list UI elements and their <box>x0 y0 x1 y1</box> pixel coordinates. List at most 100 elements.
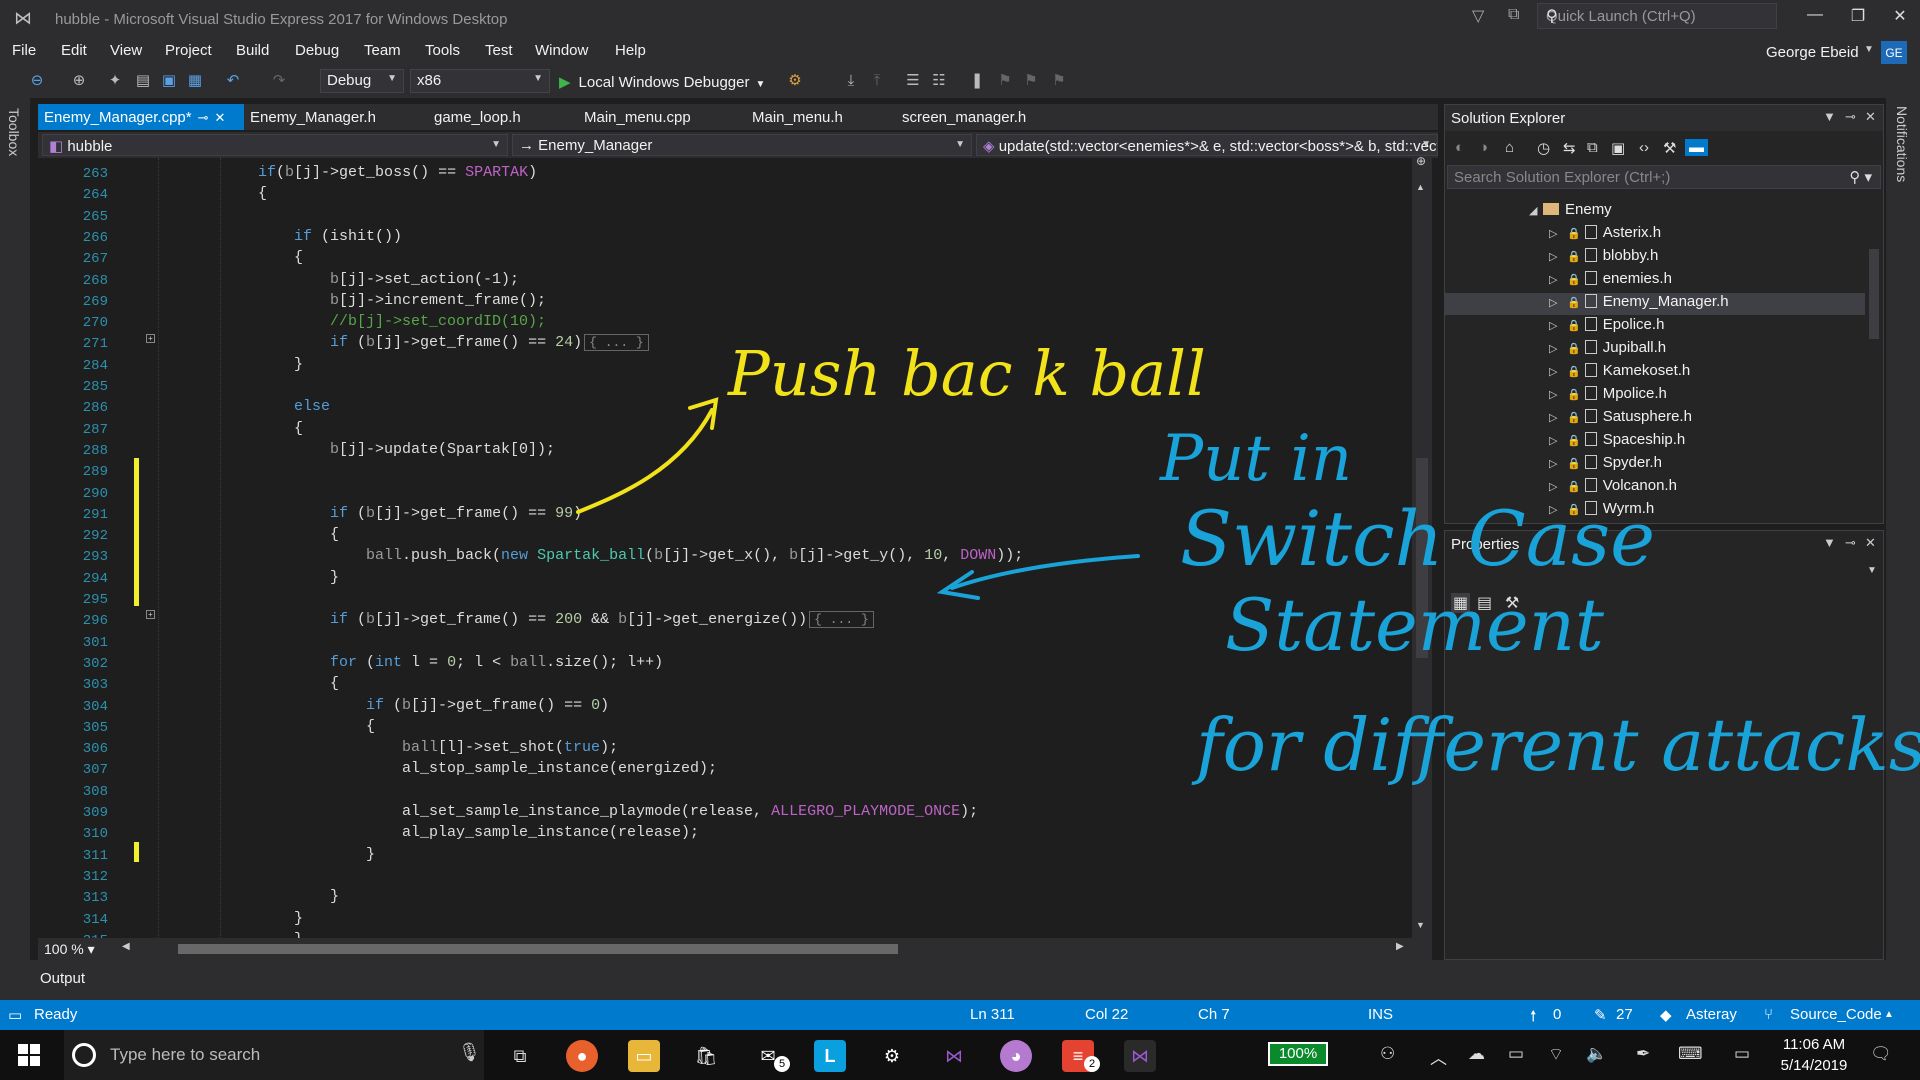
code-line[interactable]: if(b[j]->get_boss() == SPARTAK) <box>258 164 537 181</box>
pen-icon[interactable]: ✒ <box>1636 1044 1650 1064</box>
code-view-icon[interactable]: ‹› <box>1639 139 1649 156</box>
tree-file[interactable]: ▷ 🔒 Spaceship.h <box>1445 431 1865 453</box>
collapse-all-icon[interactable]: ⧉ <box>1587 139 1598 156</box>
back-icon[interactable]: ⊖ <box>28 72 46 90</box>
onedrive-icon[interactable]: ☁ <box>1468 1044 1485 1064</box>
tab-main-menu-h[interactable]: Main_menu.h <box>746 104 849 130</box>
menu-view[interactable]: View <box>110 42 142 59</box>
redo-icon[interactable]: ↷ <box>270 72 288 90</box>
indent-icon[interactable]: ☰ <box>904 72 922 90</box>
step-over-icon[interactable]: ⤒ <box>868 72 886 90</box>
code-line[interactable]: if (ishit()) <box>294 228 402 245</box>
microphone-icon[interactable]: 🎙 <box>458 1042 481 1063</box>
solution-search-input[interactable]: Search Solution Explorer (Ctrl+;) ⚲ ▾ <box>1447 165 1881 189</box>
code-line[interactable]: if (b[j]->get_frame() == 24){ ... } <box>330 334 649 352</box>
unpushed-count[interactable]: 0 <box>1553 1006 1561 1023</box>
code-line[interactable]: al_stop_sample_instance(energized); <box>402 760 717 777</box>
github-icon[interactable]: ◕ <box>1000 1040 1032 1072</box>
solution-config-select[interactable]: Debug ▼ <box>320 69 404 93</box>
firefox-icon[interactable]: ● <box>566 1040 598 1072</box>
menu-tools[interactable]: Tools <box>425 42 460 59</box>
platform-select[interactable]: x86 ▼ <box>410 69 550 93</box>
code-line[interactable]: al_play_sample_instance(release); <box>402 824 699 841</box>
menu-file[interactable]: File <box>12 42 36 59</box>
tree-file[interactable]: ▷ 🔒 Satusphere.h <box>1445 408 1865 430</box>
quick-launch-input[interactable]: Quick Launch (Ctrl+Q) ⚲ <box>1537 3 1777 29</box>
tree-file[interactable]: ▷ 🔒 Enemy_Manager.h <box>1445 293 1865 315</box>
outline-expand-icon[interactable]: + <box>146 610 155 619</box>
battery-icon[interactable]: ▭ <box>1508 1044 1524 1064</box>
code-line[interactable]: } <box>294 910 303 927</box>
tree-file[interactable]: ▷ 🔒 Epolice.h <box>1445 316 1865 338</box>
scroll-down-icon[interactable]: ▼ <box>1416 920 1425 930</box>
code-line[interactable]: //b[j]->set_coordID(10); <box>330 313 546 330</box>
repository-name[interactable]: Asteray <box>1686 1006 1737 1023</box>
menu-build[interactable]: Build <box>236 42 269 59</box>
avatar[interactable]: GE <box>1881 41 1907 65</box>
tab-main-menu-cpp[interactable]: Main_menu.cpp <box>578 104 697 130</box>
restore-button[interactable]: ❐ <box>1838 6 1878 30</box>
code-line[interactable]: b[j]->set_action(-1); <box>330 271 519 288</box>
menu-project[interactable]: Project <box>165 42 212 59</box>
code-line[interactable]: } <box>366 846 375 863</box>
close-icon[interactable]: ✕ <box>1865 535 1876 551</box>
lync-icon[interactable]: L <box>814 1040 846 1072</box>
member-dropdown[interactable]: ◈ update(std::vector<enemies*>& e, std::… <box>976 134 1438 156</box>
notifications-strip[interactable]: Notifications <box>1886 98 1920 1000</box>
tab-enemy-manager-cpp[interactable]: Enemy_Manager.cpp* ⊸ ✕ <box>38 104 244 130</box>
history-icon[interactable]: ◷ <box>1537 139 1550 157</box>
task-view-icon[interactable]: ⧉ <box>504 1040 536 1072</box>
store-icon[interactable]: 🛍 <box>690 1040 722 1072</box>
collapsed-region[interactable]: { ... } <box>584 334 649 352</box>
system-clock[interactable]: 11:06 AM 5/14/2019 <box>1772 1034 1856 1076</box>
new-project-icon[interactable]: ✦ <box>106 72 124 90</box>
code-line[interactable]: else <box>294 398 330 415</box>
close-icon[interactable]: ✕ <box>1865 109 1876 125</box>
preview-icon[interactable]: ▬ <box>1685 139 1708 156</box>
code-line[interactable]: } <box>330 888 339 905</box>
code-line[interactable]: } <box>330 569 339 586</box>
scroll-up-icon[interactable]: ▲ <box>1416 182 1425 192</box>
scroll-left-icon[interactable]: ◀ <box>122 941 130 952</box>
code-line[interactable]: { <box>330 526 339 543</box>
show-all-files-icon[interactable]: ▣ <box>1611 139 1625 157</box>
property-pages-icon[interactable]: ⚒ <box>1505 593 1519 613</box>
battery-indicator[interactable]: 100% <box>1268 1042 1328 1066</box>
feedback-icon[interactable]: ⧉ <box>1508 6 1519 24</box>
bookmark-next-icon[interactable]: ⚑ <box>1022 72 1040 90</box>
open-file-icon[interactable]: ▤ <box>134 72 152 90</box>
back-icon[interactable]: ◐ <box>1455 139 1464 156</box>
tablet-mode-icon[interactable]: ▭ <box>1734 1044 1750 1064</box>
output-panel[interactable]: Output <box>30 960 1886 1000</box>
sync-icon[interactable]: ⇆ <box>1563 139 1576 157</box>
chevron-down-icon[interactable]: ▼ <box>1823 535 1836 550</box>
code-line[interactable]: { <box>330 675 339 692</box>
action-center-icon[interactable]: 🗨 <box>1870 1044 1892 1064</box>
alphabetical-icon[interactable]: ▤ <box>1477 593 1492 613</box>
menu-window[interactable]: Window <box>535 42 588 59</box>
save-all-icon[interactable]: ▦ <box>186 72 204 90</box>
code-line[interactable]: b[j]->increment_frame(); <box>330 292 546 309</box>
forward-icon[interactable]: ◑ <box>1479 139 1488 156</box>
pin-icon[interactable]: ⊸ <box>198 110 209 125</box>
keyboard-icon[interactable]: ⌨ <box>1678 1044 1703 1064</box>
horizontal-scrollbar-thumb[interactable] <box>178 944 898 954</box>
process-icon[interactable]: ⚙ <box>786 72 804 90</box>
code-line[interactable]: if (b[j]->get_frame() == 99) <box>330 505 582 522</box>
visual-studio-icon[interactable]: ⋈ <box>938 1040 970 1072</box>
user-name[interactable]: George Ebeid <box>1766 44 1859 61</box>
toolbox-strip[interactable]: Toolbox <box>0 98 30 1000</box>
chevron-down-icon[interactable]: ▼ <box>1864 44 1874 55</box>
menu-help[interactable]: Help <box>615 42 646 59</box>
tree-folder-enemy[interactable]: ◢ Enemy <box>1529 201 1612 223</box>
tree-file[interactable]: ▷ 🔒 Jupiball.h <box>1445 339 1865 361</box>
taskbar-search[interactable]: Type here to search 🎙 <box>64 1030 484 1080</box>
minimize-button[interactable]: — <box>1795 6 1835 30</box>
settings-gear-icon[interactable]: ⚙ <box>876 1040 908 1072</box>
editor-vertical-scrollbar[interactable]: ⊕ ▲ ▼ <box>1412 154 1432 938</box>
tree-file[interactable]: ▷ 🔒 Kamekoset.h <box>1445 362 1865 384</box>
close-icon[interactable]: ✕ <box>215 110 226 125</box>
pin-icon[interactable]: ⊸ <box>1845 109 1856 125</box>
code-line[interactable]: ball[l]->set_shot(true); <box>402 739 618 756</box>
tree-file[interactable]: ▷ 🔒 Spyder.h <box>1445 454 1865 476</box>
